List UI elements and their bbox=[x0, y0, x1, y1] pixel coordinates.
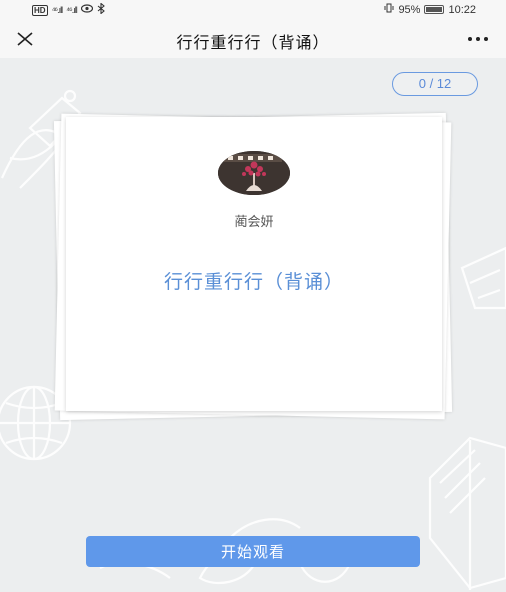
start-watching-button[interactable]: 开始观看 bbox=[86, 536, 420, 567]
status-bar: HD ⁴⁶.ıll ⁴⁶.ıll 95% 10:22 bbox=[0, 0, 506, 20]
signal-strength-2: ⁴⁶.ıll bbox=[66, 5, 78, 15]
hd-badge: HD bbox=[32, 4, 48, 16]
page-title: 行行重行行（背诵） bbox=[176, 33, 330, 52]
nav-bar: 行行重行行（背诵） bbox=[0, 20, 506, 58]
avatar bbox=[218, 151, 290, 195]
status-left: HD ⁴⁶.ıll ⁴⁶.ıll bbox=[32, 2, 105, 17]
battery-icon bbox=[424, 5, 445, 14]
more-icon[interactable] bbox=[466, 28, 490, 50]
eye-icon bbox=[80, 4, 93, 16]
bluetooth-icon bbox=[97, 2, 105, 17]
recitation-card: 蔺会妍 行行重行行（背诵） bbox=[66, 117, 442, 411]
poem-title: 行行重行行（背诵） bbox=[163, 271, 344, 293]
clock-time: 10:22 bbox=[448, 3, 476, 16]
author-name: 蔺会妍 bbox=[234, 215, 274, 230]
signal-strength-1: ⁴⁶.ıll bbox=[51, 5, 64, 15]
progress-counter: 0 / 12 bbox=[392, 72, 478, 96]
battery-percent: 95% bbox=[398, 3, 421, 16]
status-right: 95% 10:22 bbox=[384, 3, 476, 16]
vibrate-icon bbox=[384, 3, 394, 16]
